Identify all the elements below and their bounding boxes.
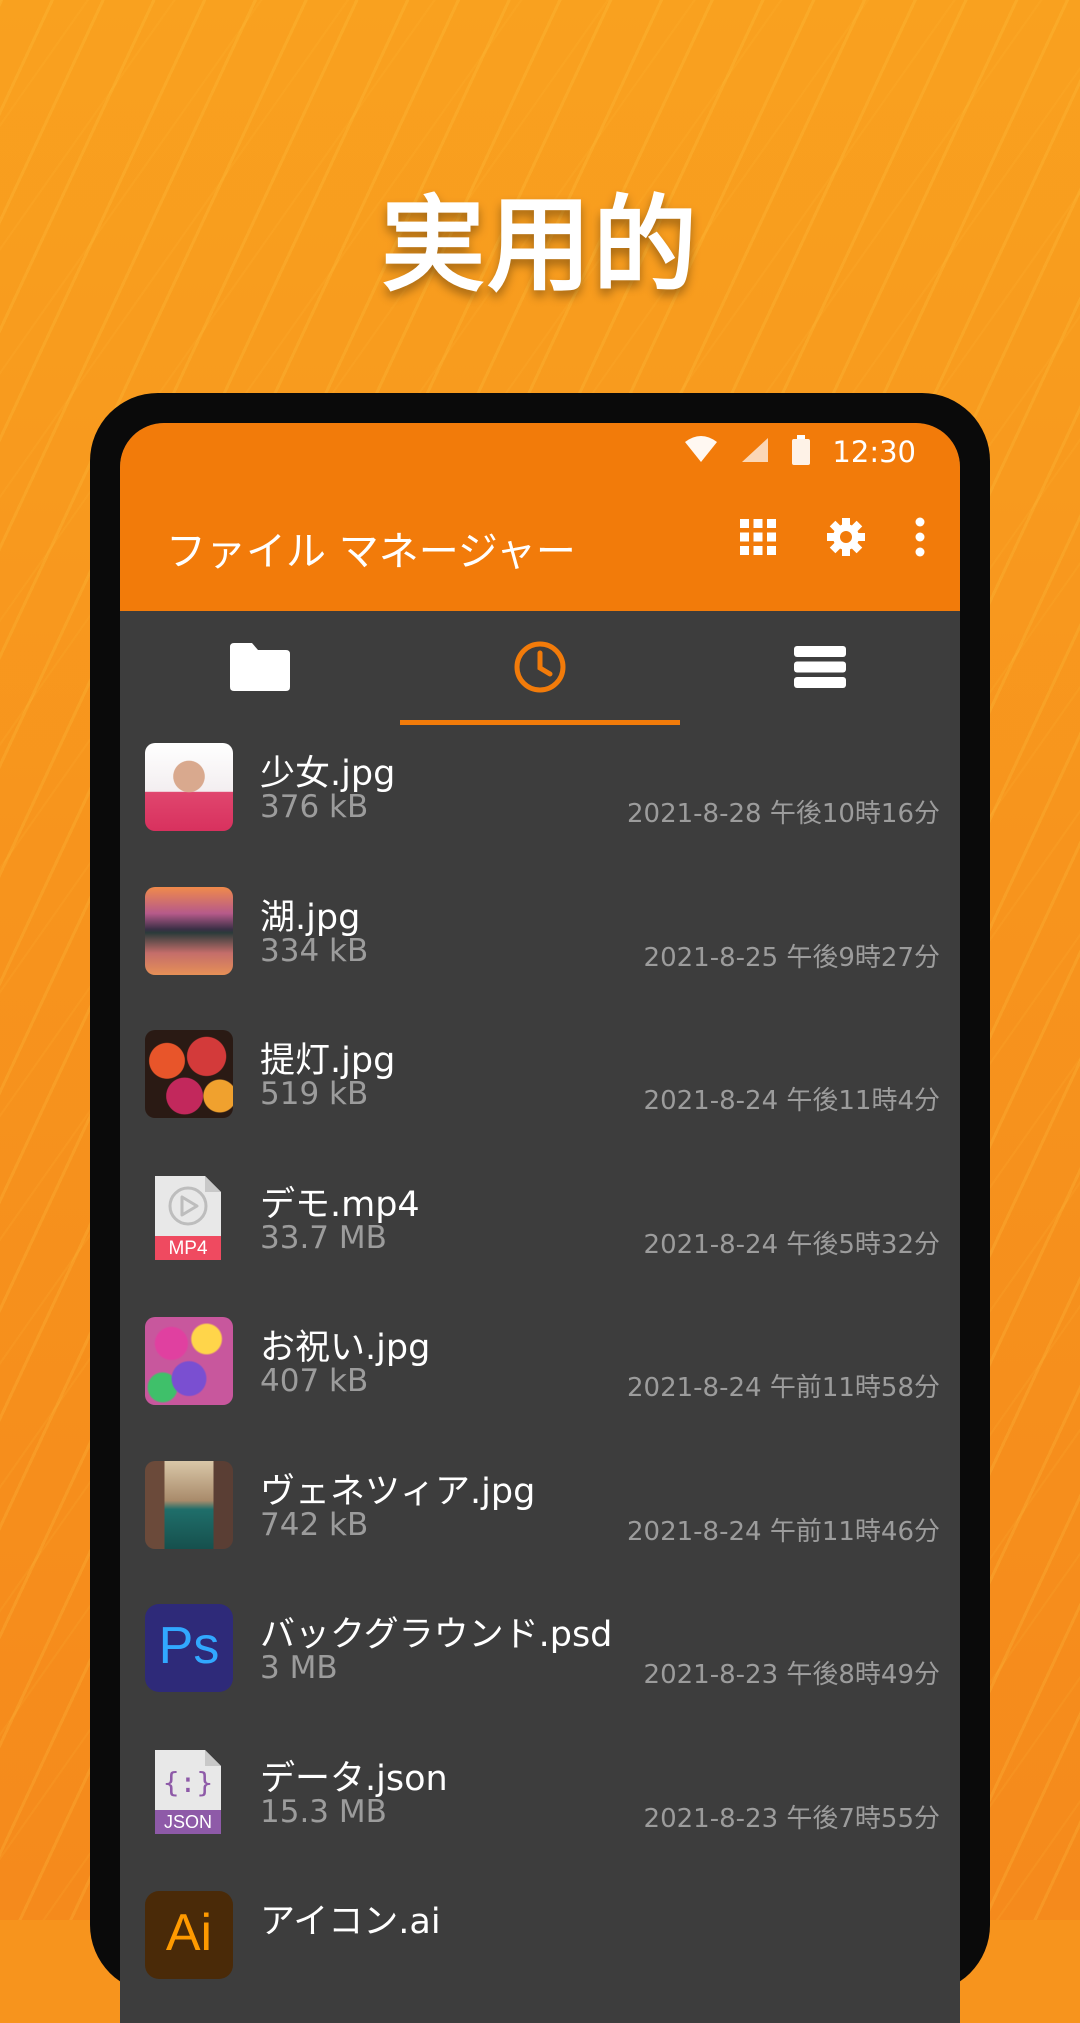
file-date: 2021-8-23 午後7時55分: [643, 1803, 940, 1834]
illustrator-file-icon: Ai: [145, 1891, 233, 1979]
file-size: 33.7 MB: [260, 1219, 387, 1256]
file-date: 2021-8-23 午後8時49分: [643, 1660, 940, 1690]
app-title: ファイル マネージャー: [166, 529, 576, 575]
app-bar: ファイル マネージャー: [120, 477, 960, 611]
file-size: 3 MB: [260, 1650, 338, 1686]
ai-badge: Ai: [165, 1904, 213, 1962]
list-item[interactable]: 湖.jpg 334 kB 2021-8-25 午後9時27分: [120, 871, 960, 1015]
girl-photo-thumbnail: [145, 743, 233, 831]
status-time: 12:30: [832, 435, 916, 469]
psd-badge: Ps: [158, 1617, 220, 1675]
grid-view-icon[interactable]: [738, 517, 778, 561]
signal-icon: [740, 436, 770, 468]
file-list: 少女.jpg 376 kB 2021-8-28 午後10時16分 湖.jpg 3…: [120, 727, 960, 2019]
list-item[interactable]: Ai アイコン.ai: [120, 1875, 960, 2019]
file-date: 2021-8-24 午後5時32分: [643, 1229, 940, 1260]
file-size: 376 kB: [260, 789, 369, 825]
photoshop-file-icon: Ps: [145, 1604, 233, 1692]
file-size: 15.3 MB: [260, 1793, 387, 1830]
more-vert-icon[interactable]: [914, 517, 926, 561]
json-file-icon: {:} JSON: [145, 1748, 233, 1836]
file-date: 2021-8-25 午後9時27分: [643, 942, 940, 973]
tab-storage[interactable]: [680, 611, 960, 727]
file-size: 742 kB: [260, 1506, 369, 1543]
list-item[interactable]: MP4 デモ.mp4 33.7 MB 2021-8-24 午後5時32分: [120, 1158, 960, 1302]
battery-icon: [792, 435, 811, 469]
file-name: アイコン.ai: [260, 1902, 441, 1942]
file-date: 2021-8-24 午前11時58分: [627, 1373, 940, 1403]
lake-photo-thumbnail: [145, 886, 233, 975]
tab-bar: [120, 611, 960, 727]
wifi-icon: [684, 436, 718, 468]
tab-recent[interactable]: [400, 611, 680, 727]
list-item[interactable]: お祝い.jpg 407 kB 2021-8-24 午前11時58分: [120, 1301, 960, 1445]
settings-gear-icon[interactable]: [826, 517, 866, 561]
folder-icon: [228, 641, 292, 697]
list-item[interactable]: {:} JSON データ.json 15.3 MB 2021-8-23 午後7時…: [120, 1732, 960, 1876]
venice-photo-thumbnail: [145, 1460, 233, 1549]
storage-list-icon: [793, 645, 847, 693]
list-item[interactable]: 提灯.jpg 519 kB 2021-8-24 午後11時4分: [120, 1014, 960, 1158]
file-date: 2021-8-28 午後10時16分: [627, 799, 940, 829]
file-size: 407 kB: [260, 1363, 369, 1399]
lantern-photo-thumbnail: [145, 1030, 233, 1118]
list-item[interactable]: ヴェネツィア.jpg 742 kB 2021-8-24 午前11時46分: [120, 1445, 960, 1589]
celebration-photo-thumbnail: [145, 1317, 233, 1405]
mp4-badge: MP4: [168, 1237, 208, 1259]
clock-recent-icon: [513, 640, 567, 698]
file-date: 2021-8-24 午前11時46分: [627, 1516, 940, 1547]
tab-folders[interactable]: [120, 611, 400, 727]
status-bar: 12:30: [120, 423, 960, 477]
list-item[interactable]: Ps バックグラウンド.psd 3 MB 2021-8-23 午後8時49分: [120, 1588, 960, 1732]
phone-screen: 12:30 ファイル マネージャー 少女.jpg 376 kB 2021-8-2…: [120, 423, 960, 2023]
file-size: 519 kB: [260, 1076, 369, 1112]
mp4-file-icon: MP4: [145, 1174, 233, 1262]
list-item[interactable]: 少女.jpg 376 kB 2021-8-28 午後10時16分: [120, 727, 960, 871]
phone-frame: 12:30 ファイル マネージャー 少女.jpg 376 kB 2021-8-2…: [90, 393, 990, 2023]
file-date: 2021-8-24 午後11時4分: [643, 1086, 940, 1116]
json-glyph: {:}: [162, 1765, 214, 1799]
file-size: 334 kB: [260, 932, 369, 969]
json-badge: JSON: [163, 1811, 212, 1832]
headline: 実用的: [380, 184, 699, 306]
